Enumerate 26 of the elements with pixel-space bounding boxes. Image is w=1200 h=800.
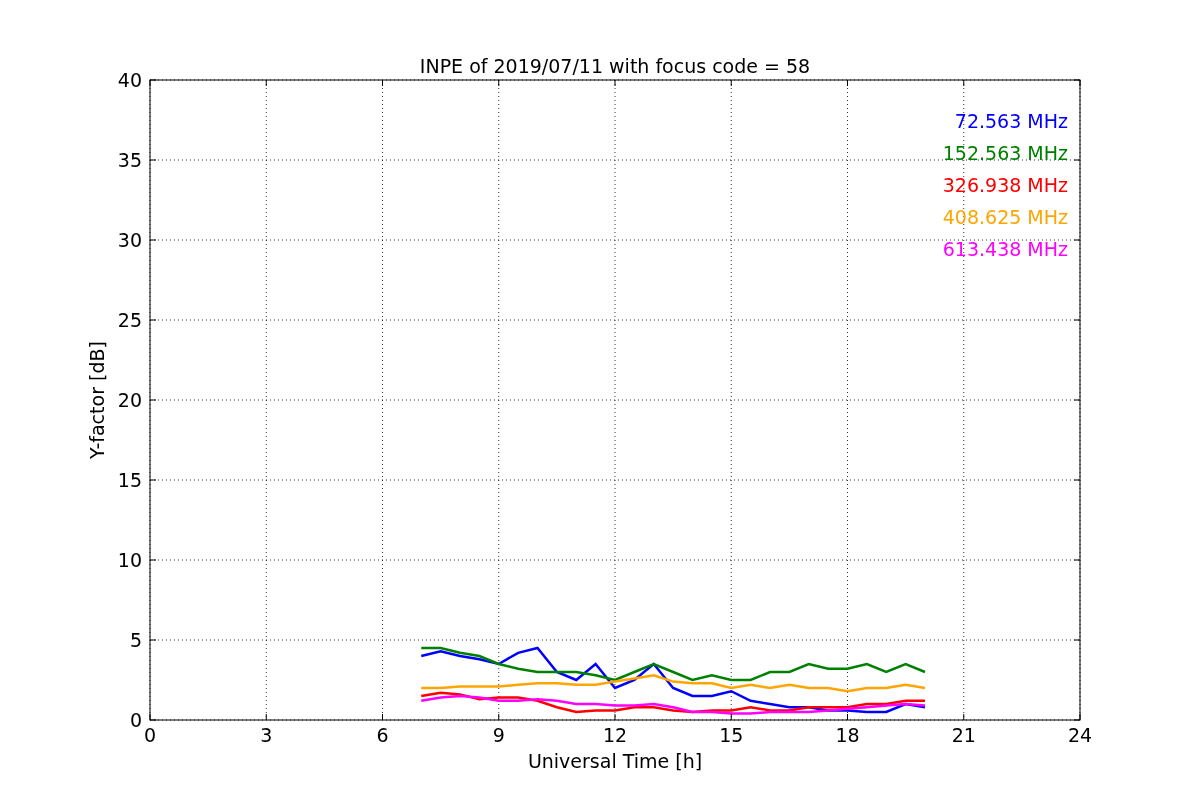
legend-label: 326.938 MHz [942, 174, 1068, 196]
x-tick-label: 12 [602, 724, 628, 746]
y-tick-label: 30 [117, 229, 142, 251]
x-tick-label: 21 [951, 724, 976, 746]
x-tick-label: 18 [835, 724, 860, 746]
x-axis-label: Universal Time [h] [527, 750, 703, 772]
y-tick-label: 40 [117, 69, 142, 91]
legend-label: 72.563 MHz [954, 110, 1068, 132]
y-tick-label: 5 [129, 629, 142, 651]
legend-label: 408.625 MHz [942, 206, 1068, 228]
legend-label: 152.563 MHz [942, 142, 1068, 164]
y-tick-label: 10 [117, 549, 142, 571]
y-axis-label: Y-factor [dB] [86, 341, 108, 459]
y-tick-label: 20 [117, 389, 142, 411]
legend-label: 613.438 MHz [942, 238, 1068, 260]
y-tick-label: 25 [117, 309, 142, 331]
y-tick-label: 35 [117, 149, 142, 171]
x-tick-label: 24 [1067, 724, 1093, 746]
x-tick-label: 15 [719, 724, 744, 746]
x-tick-label: 9 [492, 724, 505, 746]
x-tick-label: 0 [143, 724, 157, 746]
y-tick-label: 0 [129, 709, 142, 731]
chart-title: INPE of 2019/07/11 with focus code = 58 [419, 55, 811, 77]
y-tick-label: 15 [117, 469, 142, 491]
x-tick-label: 3 [260, 724, 273, 746]
x-tick-label: 6 [376, 724, 389, 746]
